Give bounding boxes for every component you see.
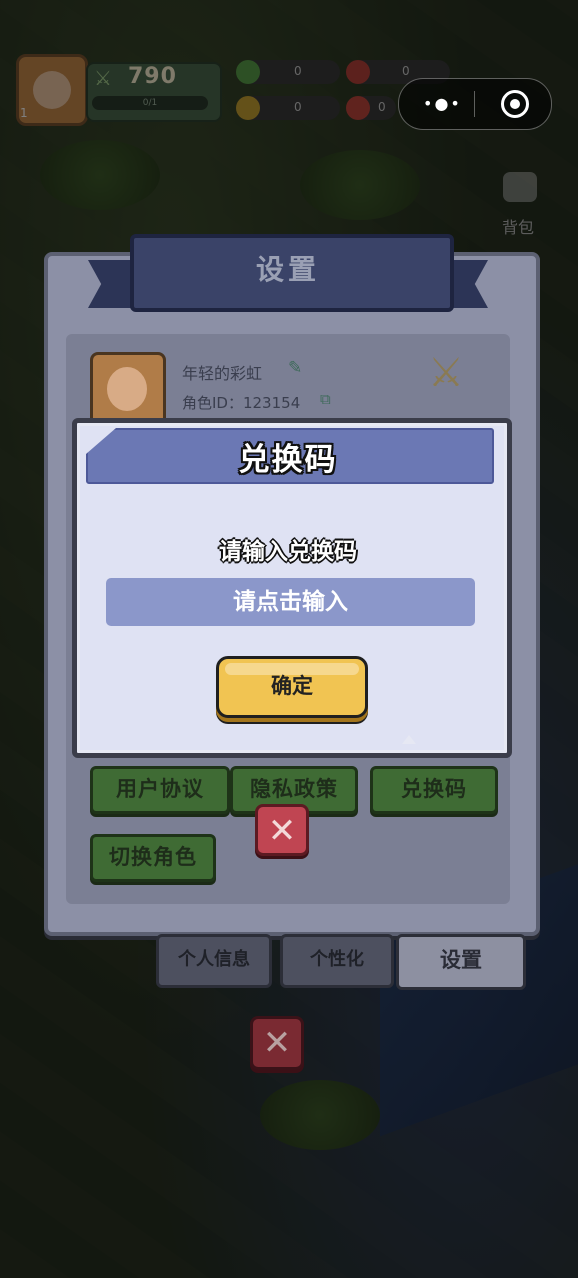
settings-title: 设置	[255, 253, 320, 286]
miniprogram-capsule: •●•	[398, 78, 552, 130]
tab-settings[interactable]: 设置	[396, 934, 526, 990]
copy-icon[interactable]: ⧉	[320, 390, 331, 408]
user-agreement-button[interactable]: 用户协议	[90, 766, 230, 814]
close-icon: ✕	[262, 1023, 292, 1063]
redeem-dialog-title: 兑换码	[238, 442, 338, 478]
switch-role-button[interactable]: 切换角色	[90, 834, 216, 882]
redeem-code-input[interactable]	[106, 578, 475, 626]
profile-name: 年轻的彩虹	[182, 364, 263, 383]
edit-pencil-icon[interactable]: ✎	[288, 358, 302, 378]
tab-personalization[interactable]: 个性化	[280, 934, 394, 988]
settings-close-button[interactable]: ✕	[250, 1016, 304, 1070]
redeem-input-label: 请输入兑换码	[219, 539, 357, 565]
crossed-swords-icon: ⚔	[428, 350, 464, 396]
profile-avatar	[90, 352, 166, 428]
confirm-button[interactable]: 确定	[216, 656, 368, 718]
capsule-divider	[474, 91, 475, 117]
close-icon: ✕	[267, 811, 297, 851]
redeem-code-button[interactable]: 兑换码	[370, 766, 498, 814]
tab-personal-info[interactable]: 个人信息	[156, 934, 272, 988]
more-options-icon[interactable]: •●•	[423, 94, 462, 113]
dialog-notch-decoration	[402, 735, 416, 744]
dialog-close-button[interactable]: ✕	[255, 804, 309, 856]
exit-miniprogram-icon[interactable]	[501, 90, 529, 118]
profile-role-id: 角色ID：123154	[182, 394, 301, 412]
confirm-button-label: 确定	[271, 674, 313, 698]
